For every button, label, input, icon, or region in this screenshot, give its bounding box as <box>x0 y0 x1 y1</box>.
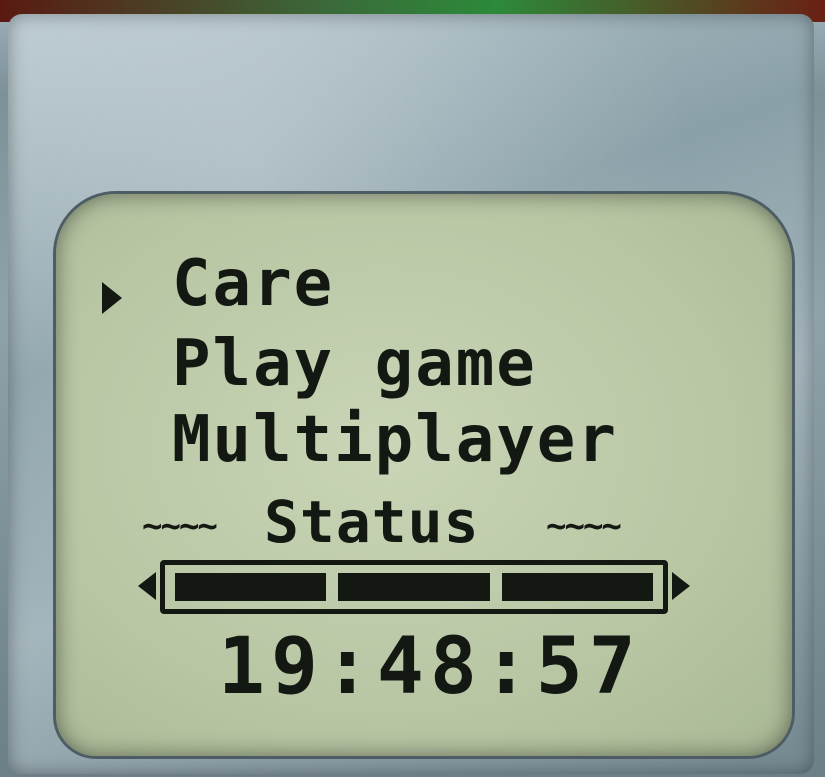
status-bar-segment <box>501 573 653 601</box>
status-bar-left-cap-icon <box>138 572 156 600</box>
status-bar-right-cap-icon <box>672 572 690 600</box>
status-header: ~~~~ Status ~~~~ <box>136 488 716 556</box>
status-decoration-left: ~~~~ <box>142 506 218 546</box>
triangle-right-icon <box>102 282 122 314</box>
clock-readout: 19:48:57 <box>218 622 642 712</box>
menu-item-play-game[interactable]: Play game <box>172 332 537 396</box>
status-title: Status <box>264 488 480 556</box>
status-bar <box>160 560 668 614</box>
lcd-metal-frame: Care Play game Multiplayer ~~~~ Status ~… <box>8 14 814 774</box>
menu-item-care[interactable]: Care <box>172 252 334 316</box>
menu-item-multiplayer[interactable]: Multiplayer <box>172 408 618 472</box>
status-bar-segments <box>175 573 653 601</box>
device-body: Care Play game Multiplayer ~~~~ Status ~… <box>0 0 825 777</box>
status-decoration-right: ~~~~ <box>546 506 622 546</box>
status-bar-segment <box>175 573 327 601</box>
lcd-screen: Care Play game Multiplayer ~~~~ Status ~… <box>56 194 792 756</box>
status-bar-segment <box>338 573 490 601</box>
